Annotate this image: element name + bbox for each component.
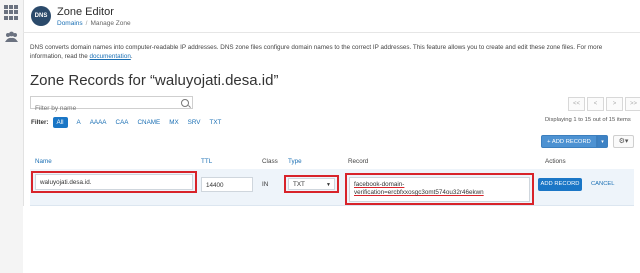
column-actions: Actions [545, 158, 566, 165]
empty-area [23, 206, 640, 273]
name-highlight-box [31, 171, 197, 193]
type-filter-bar: Filter: All A AAAA CAA CNAME MX SRV TXT [31, 117, 230, 128]
record-highlight-box [345, 173, 534, 205]
header-divider [23, 32, 640, 33]
breadcrumb-domains[interactable]: Domains [57, 20, 83, 27]
apps-grid-icon[interactable] [4, 5, 19, 20]
filter-chip-cname[interactable]: CNAME [137, 119, 160, 126]
breadcrumb: Domains / Manage Zone [57, 20, 131, 27]
column-record: Record [348, 158, 369, 165]
ttl-input[interactable]: 14400 [201, 177, 253, 192]
next-page-button[interactable]: > [606, 97, 623, 111]
filter-chip-aaaa[interactable]: AAAA [90, 119, 107, 126]
cancel-link[interactable]: CANCEL [591, 181, 615, 187]
add-record-dropdown-icon[interactable]: ▾ [597, 135, 608, 148]
save-record-button[interactable]: ADD RECORD [538, 178, 582, 191]
first-page-button[interactable]: << [568, 97, 585, 111]
documentation-link[interactable]: documentation [90, 53, 131, 60]
left-rail [0, 0, 24, 273]
add-record-button[interactable]: + ADD RECORD [541, 135, 597, 148]
last-page-button[interactable]: >> [625, 97, 640, 111]
search-icon [181, 99, 189, 107]
items-count-text: Displaying 1 to 15 out of 15 items [545, 117, 631, 123]
filter-chip-mx[interactable]: MX [169, 119, 178, 126]
column-ttl[interactable]: TTL [201, 158, 212, 165]
filter-chip-caa[interactable]: CAA [116, 119, 129, 126]
column-name[interactable]: Name [35, 158, 52, 165]
pagination: << < > >> [566, 97, 640, 111]
filter-chip-srv[interactable]: SRV [188, 119, 201, 126]
filter-chip-all[interactable]: All [52, 117, 68, 128]
dns-app-icon: DNS [31, 6, 51, 26]
filter-label: Filter: [31, 119, 49, 126]
breadcrumb-current: Manage Zone [90, 20, 131, 27]
record-class-value: IN [262, 181, 269, 188]
search-box[interactable] [30, 96, 193, 114]
filter-chip-txt[interactable]: TXT [210, 119, 222, 126]
users-icon[interactable] [4, 30, 19, 45]
search-input[interactable] [31, 103, 175, 114]
column-type[interactable]: Type [288, 158, 302, 165]
column-class: Class [262, 158, 278, 165]
zone-records-heading: Zone Records for “waluyojati.desa.id” [30, 72, 279, 89]
page-title: Zone Editor [57, 6, 114, 18]
prev-page-button[interactable]: < [587, 97, 604, 111]
type-highlight-box [284, 175, 339, 193]
settings-gear-icon[interactable]: ⚙▾ [613, 135, 634, 148]
page-description: DNS converts domain names into computer-… [30, 44, 603, 60]
filter-chip-a[interactable]: A [77, 119, 81, 126]
